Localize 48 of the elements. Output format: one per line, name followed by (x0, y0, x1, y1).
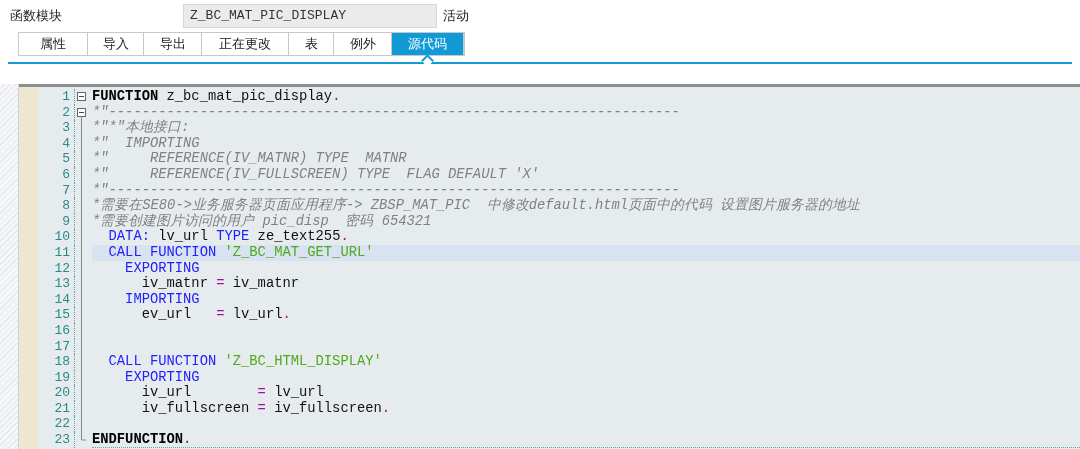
line-number: 7 (38, 182, 75, 199)
collapse-icon[interactable] (77, 92, 86, 101)
line-number: 9 (38, 213, 75, 230)
code-line: ev_url = lv_url. (140, 307, 292, 323)
line-number: 12 (38, 260, 75, 277)
line-number: 4 (38, 135, 75, 152)
code-line: *" REFERENCE(IV_MATNR) TYPE MATNR (92, 151, 408, 167)
code-line: EXPORTING (124, 369, 201, 385)
collapse-icon[interactable] (77, 107, 86, 121)
code-line: EXPORTING (124, 260, 201, 276)
code-line: *" REFERENCE(IV_FULLSCREEN) TYPE FLAG DEFAULT 'X' (92, 166, 541, 183)
code-line: *" IMPORTING (92, 135, 201, 151)
line-number: 17 (38, 338, 75, 355)
line-number: 3 (38, 120, 75, 136)
function-module-field[interactable]: Z_BC_MAT_PIC_DISPLAY (183, 4, 437, 28)
line-number: 8 (38, 198, 75, 214)
line-number: 19 (38, 369, 75, 386)
code-line: iv_fullscreen = iv_fullscreen. (140, 400, 392, 417)
line-number: 11 (38, 244, 75, 261)
code-line: iv_url = lv_url (140, 385, 325, 401)
code-line: *"*"本地接口: (92, 120, 191, 136)
line-number: 2 (38, 104, 75, 121)
tab-pointer (420, 54, 434, 67)
code-line: IMPORTING (124, 291, 201, 307)
code-line: iv_matnr = iv_matnr (140, 276, 300, 292)
line-number: 6 (38, 166, 75, 183)
line-number: 20 (38, 385, 75, 401)
code-line: *需要在SE80->业务服务器页面应用程序-> ZBSP_MAT_PIC 中修改default.html页面中的代码 设置图片服务器的地址 (92, 198, 862, 214)
line-number: 13 (38, 276, 75, 292)
line-number: 10 (38, 229, 75, 245)
line-number: 5 (38, 151, 75, 167)
code-line: FUNCTION z_bc_mat_pic_display. (92, 89, 342, 105)
code-line: ENDFUNCTION. (92, 431, 1080, 449)
line-number: 21 (38, 400, 75, 417)
line-number: 23 (38, 432, 75, 448)
code-line: CALL FUNCTION 'Z_BC_HTML_DISPLAY' (107, 354, 383, 370)
code-line: DATA: lv_url TYPE ze_text255. (107, 229, 350, 245)
line-number: 16 (38, 322, 75, 339)
line-number: 18 (38, 354, 75, 370)
line-number: 14 (38, 291, 75, 308)
code-line: *"--------------------------------------------------------------------- (92, 182, 681, 198)
status-text: 活动 (443, 7, 469, 25)
code-line: *"--------------------------------------------------------------------- (92, 104, 681, 120)
line-number: 1 (38, 89, 75, 105)
field-label: 函数模块 (10, 7, 63, 25)
line-number: 15 (38, 307, 75, 323)
code-line: *需要创建图片访问的用户 pic_disp 密码 654321 (92, 213, 433, 229)
line-number: 22 (38, 416, 75, 433)
